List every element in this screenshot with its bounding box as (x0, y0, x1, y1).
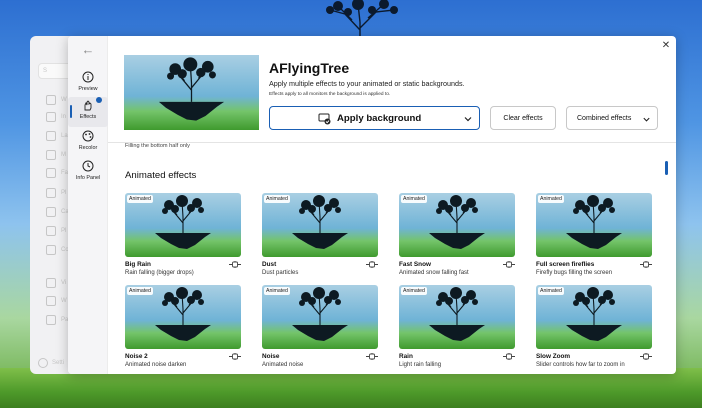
animated-badge: Animated (264, 287, 290, 295)
page-subtitle: Apply multiple effects to your animated … (269, 79, 465, 88)
download-icon (46, 112, 56, 122)
background-nav-item: Pa (46, 315, 68, 325)
image-icon (46, 296, 56, 306)
info-circle-icon (82, 71, 94, 83)
gear-icon (38, 358, 48, 368)
background-nav-item: La (46, 131, 68, 141)
effect-description: Firefly bugs filling the screen (536, 270, 613, 276)
effect-options-icon[interactable] (229, 353, 241, 360)
effect-options-icon[interactable] (640, 261, 652, 268)
home-icon (46, 95, 56, 105)
image-icon (46, 315, 56, 325)
background-nav-item: Fa (46, 168, 68, 178)
effect-name: Fast Snow (399, 261, 431, 268)
effect-options-icon[interactable] (229, 261, 241, 268)
section-title-animated-effects: Animated effects (125, 170, 197, 181)
nav-info-panel-label: Info Panel (75, 175, 101, 181)
palette-icon (82, 130, 94, 142)
monitor-note: Effects apply to all monitors the backgr… (269, 92, 391, 97)
effect-options-icon[interactable] (366, 353, 378, 360)
header-divider (108, 142, 676, 143)
background-settings: Setti (38, 358, 64, 368)
page-title: AFlyingTree (269, 60, 350, 76)
desktop-grass (0, 368, 702, 408)
background-nav-item: W (46, 296, 68, 306)
effect-options-icon[interactable] (640, 353, 652, 360)
background-nav-item: Pl (46, 226, 68, 236)
effect-description: Dust particles (262, 270, 299, 276)
apply-background-label: Apply background (337, 112, 422, 124)
background-nav-item: Pl (46, 188, 68, 198)
effect-name: Full screen fireflies (536, 261, 595, 268)
background-nav-item: Ca (46, 207, 69, 217)
animated-badge: Animated (538, 195, 564, 203)
background-nav-item: Co (46, 245, 69, 255)
effect-name: Dust (262, 261, 277, 268)
nav-effects-label: Effects (79, 114, 97, 120)
animated-badge: Animated (401, 195, 427, 203)
effects-dialog: ← Preview Effects Recolor Info Panel ✕ A… (68, 36, 676, 374)
back-arrow-icon[interactable]: ← (80, 43, 96, 56)
heart-icon (46, 168, 56, 178)
animated-badge: Animated (264, 195, 290, 203)
apply-monitor-icon (318, 113, 331, 124)
effect-name: Noise (262, 353, 280, 360)
hero-preview-image (124, 55, 259, 130)
effect-name: Slow Zoom (536, 353, 571, 360)
animated-badge: Animated (401, 287, 427, 295)
apply-background-button[interactable]: Apply background (269, 106, 480, 130)
effect-description: Animated snow falling fast (399, 270, 469, 276)
desktop-tree-silhouette (326, 0, 398, 40)
close-icon[interactable]: ✕ (660, 40, 672, 52)
combined-effects-dropdown[interactable]: Combined effects (566, 106, 658, 130)
effects-hand-icon (84, 100, 92, 111)
nav-info-panel[interactable]: Info Panel (68, 158, 108, 188)
nav-effects[interactable]: Effects (68, 97, 108, 127)
effect-options-icon[interactable] (366, 261, 378, 268)
library-icon (46, 131, 56, 141)
clear-effects-button[interactable]: Clear effects (490, 106, 556, 130)
nav-preview[interactable]: Preview (68, 69, 108, 99)
combined-effects-label: Combined effects (577, 114, 632, 122)
effect-description: Rain falling (bigger drops) (125, 270, 194, 276)
animated-badge: Animated (538, 287, 564, 295)
background-nav-item: In (46, 112, 68, 122)
effect-description: Slider controls how far to zoom in (536, 362, 625, 368)
background-nav-item: W (46, 95, 68, 105)
effect-name: Big Rain (125, 261, 151, 268)
effect-name: Rain (399, 353, 413, 360)
playlist-icon (46, 188, 56, 198)
partially-hidden-description: Filling the bottom half only (125, 143, 190, 149)
effect-name: Noise 2 (125, 353, 148, 360)
nav-preview-label: Preview (78, 86, 98, 92)
animated-badge: Animated (127, 195, 153, 203)
video-icon (46, 278, 56, 288)
animated-badge: Animated (127, 287, 153, 295)
chevron-down-icon[interactable] (463, 114, 473, 124)
playlist-icon (46, 226, 56, 236)
notification-badge (96, 97, 102, 103)
chevron-down-icon (643, 117, 650, 122)
scrollbar-thumb[interactable] (665, 161, 668, 175)
effect-description: Animated noise (262, 362, 304, 368)
effect-options-icon[interactable] (503, 353, 515, 360)
clock-icon (82, 160, 94, 172)
effect-options-icon[interactable] (503, 261, 515, 268)
effect-description: Light rain falling (399, 362, 442, 368)
star-icon (46, 150, 56, 160)
effect-description: Animated noise darken (125, 362, 187, 368)
grid-icon (46, 207, 56, 217)
dialog-nav-rail: ← Preview Effects Recolor Info Panel (68, 36, 108, 374)
globe-icon (46, 245, 56, 255)
nav-recolor-label: Recolor (78, 145, 98, 151)
background-nav-item: Vi (46, 278, 68, 288)
background-nav-item: M (46, 150, 68, 160)
nav-recolor[interactable]: Recolor (68, 128, 108, 158)
